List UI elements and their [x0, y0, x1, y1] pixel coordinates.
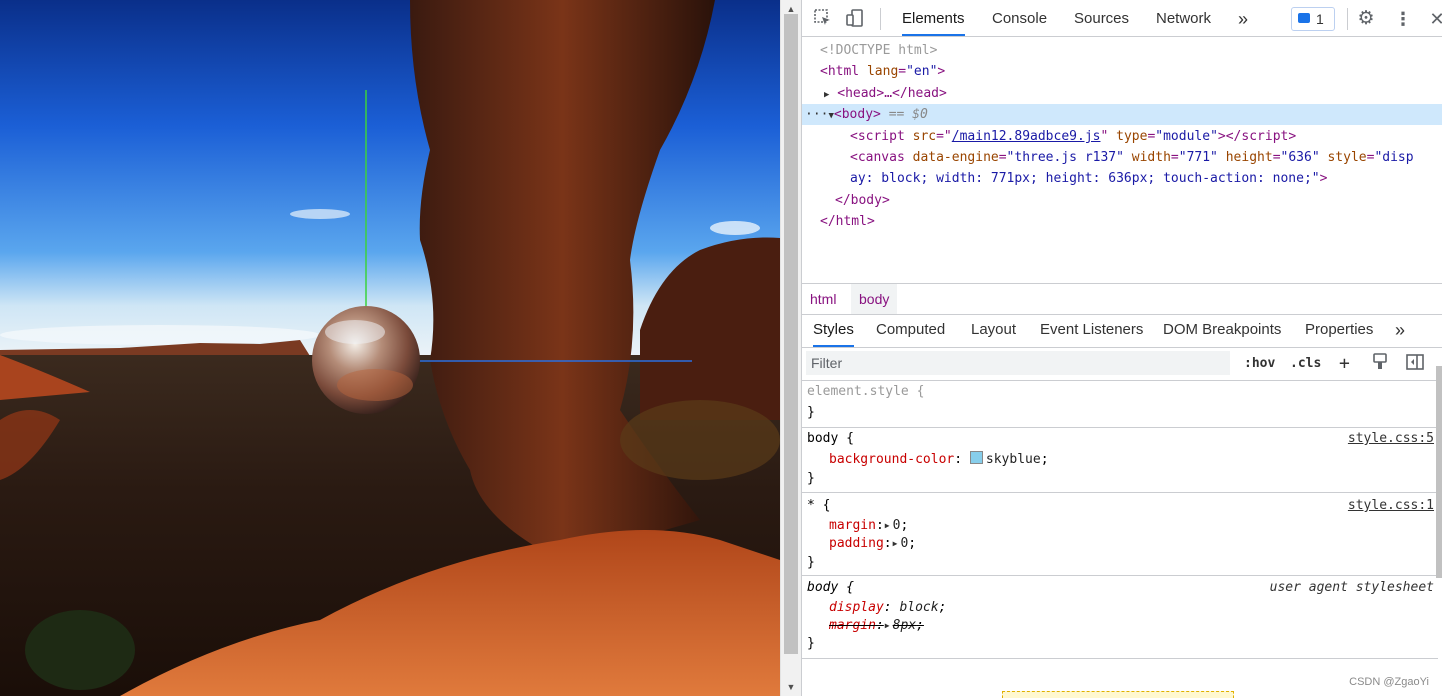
device-toggle-icon[interactable]	[844, 8, 866, 30]
universal-rule[interactable]: * { style.css:1 margin:▶ 0; padding:▶ 0; }	[802, 493, 1438, 576]
close-icon[interactable]: ✕	[1426, 8, 1442, 30]
tab-layout[interactable]: Layout	[971, 314, 1016, 347]
breadcrumb: html body	[802, 283, 1442, 315]
css-declaration-overridden: margin:▶ 8px;	[829, 618, 924, 633]
rule-close-brace: }	[807, 555, 815, 570]
tab-elements[interactable]: Elements	[902, 0, 965, 36]
threejs-canvas[interactable]	[0, 0, 780, 696]
rule-close-brace: }	[807, 405, 815, 420]
dom-tree: <!DOCTYPE html> <html lang="en"> ▶ <head…	[802, 37, 1442, 283]
body-rule-1[interactable]: body { style.css:5 background-color: sky…	[802, 428, 1438, 493]
styles-subtabs: Styles Computed Layout Event Listeners D…	[802, 314, 1442, 348]
doctype-node[interactable]: <!DOCTYPE html>	[820, 40, 937, 61]
canvas-node-wrap: ay: block; width: 771px; height: 636px; …	[850, 171, 1328, 186]
add-rule-icon[interactable]: +	[1339, 353, 1350, 375]
styles-scrollbar[interactable]	[1436, 366, 1442, 578]
head-node[interactable]: ▶ <head>…</head>	[824, 83, 947, 104]
tab-sources[interactable]: Sources	[1074, 0, 1129, 36]
canvas-node[interactable]: <canvas data-engine="three.js r137" widt…	[850, 147, 1414, 168]
color-swatch[interactable]	[969, 451, 983, 464]
css-declaration: display: block;	[829, 600, 947, 615]
rule-source-label: user agent stylesheet	[1269, 580, 1434, 595]
issues-button[interactable]: 1	[1291, 7, 1335, 31]
html-node[interactable]: <html lang="en">	[820, 61, 945, 82]
scroll-down-icon[interactable]: ▼	[781, 680, 801, 694]
devtools-panel: Elements Console Sources Network » 1 ⚙ ⋮…	[801, 0, 1442, 696]
tab-properties[interactable]: Properties	[1305, 314, 1373, 347]
inspect-icon[interactable]	[812, 8, 834, 30]
rule-source-link[interactable]: style.css:1	[1348, 497, 1434, 515]
cls-toggle[interactable]: .cls	[1290, 353, 1321, 375]
rule-selector: * {	[807, 498, 831, 513]
devtools-toolbar: Elements Console Sources Network » 1 ⚙ ⋮…	[802, 0, 1442, 37]
tab-computed[interactable]: Computed	[876, 314, 945, 347]
body-ua-rule[interactable]: body { user agent stylesheet display: bl…	[802, 576, 1438, 659]
gear-icon[interactable]: ⚙	[1355, 8, 1377, 30]
rule-source-link[interactable]: style.css:5	[1348, 430, 1434, 448]
crumb-html[interactable]: html	[802, 284, 844, 314]
element-style-rule[interactable]: element.style { }	[802, 381, 1438, 428]
rule-selector: body {	[807, 580, 854, 595]
tab-event-listeners[interactable]: Event Listeners	[1040, 314, 1143, 347]
rule-selector: body {	[807, 431, 854, 446]
css-declaration[interactable]: padding:▶ 0;	[829, 535, 916, 553]
tab-styles[interactable]: Styles	[813, 314, 854, 347]
body-close-node[interactable]: </body>	[835, 190, 890, 211]
issues-count: 1	[1316, 11, 1324, 27]
kebab-menu-icon[interactable]: ⋮	[1392, 8, 1414, 30]
paint-brush-icon[interactable]	[1372, 353, 1388, 375]
rule-close-brace: }	[807, 471, 815, 486]
more-tabs-button[interactable]: »	[1238, 0, 1248, 36]
page-scrollbar[interactable]: ▲ ▼	[780, 0, 801, 696]
watermark: CSDN @ZgaoYi	[1349, 676, 1429, 688]
css-declaration[interactable]: margin:▶ 0;	[829, 517, 908, 535]
hov-toggle[interactable]: :hov	[1244, 353, 1275, 375]
script-node[interactable]: <script src="/main12.89adbce9.js" type="…	[850, 126, 1296, 147]
body-node[interactable]: ···▼<body> == $0	[805, 104, 928, 125]
tab-console[interactable]: Console	[992, 0, 1047, 36]
box-model-preview	[1002, 691, 1234, 698]
scene-render	[0, 0, 780, 696]
toggle-sidebar-icon[interactable]	[1406, 353, 1424, 375]
element-style-selector: element.style {	[807, 384, 925, 399]
crumb-body[interactable]: body	[851, 284, 898, 314]
rule-close-brace: }	[807, 636, 815, 651]
filter-input[interactable]: Filter	[806, 351, 1230, 375]
styles-rules: element.style { } body { style.css:5 bac…	[802, 381, 1438, 696]
tab-dom-breakpoints[interactable]: DOM Breakpoints	[1163, 314, 1281, 347]
scrollbar-thumb[interactable]	[784, 14, 798, 654]
html-close-node[interactable]: </html>	[820, 211, 875, 232]
more-subtabs-button[interactable]: »	[1395, 314, 1405, 347]
issues-icon	[1298, 13, 1310, 23]
css-declaration[interactable]: background-color: skyblue;	[829, 451, 1049, 469]
styles-filter-bar: Filter :hov .cls +	[802, 348, 1442, 381]
tab-network[interactable]: Network	[1156, 0, 1211, 36]
